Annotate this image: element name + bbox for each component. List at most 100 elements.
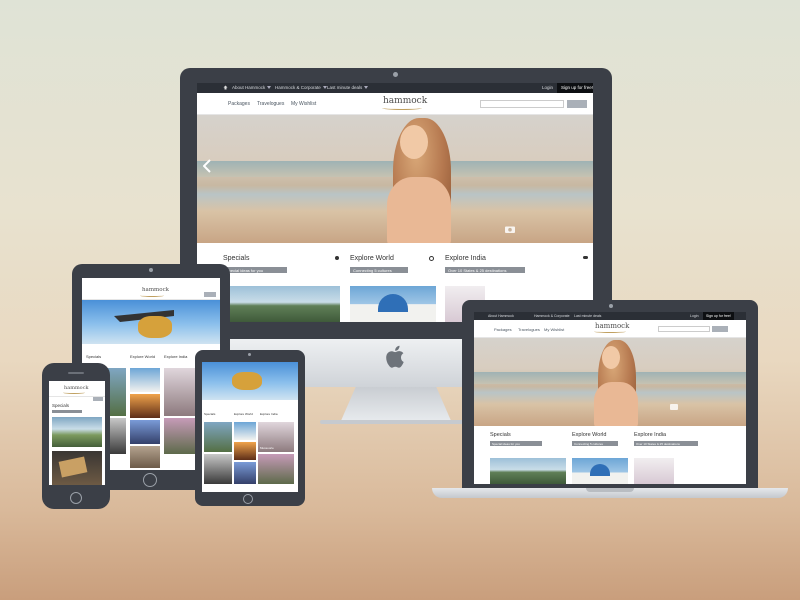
phone-screen: hammock Specials (49, 381, 105, 485)
section-india-tag[interactable]: Over 10 States & 25 destinations (445, 267, 525, 273)
hero-girl-face (400, 125, 428, 159)
laptop-thumb-india[interactable] (634, 458, 674, 484)
world-clock-icon (429, 256, 434, 261)
laptop-hero-girl-face (602, 346, 620, 369)
tablet-thumb-2[interactable] (130, 368, 160, 392)
mini-thumb-1[interactable] (204, 422, 232, 452)
top-bar: About Hammock Hammock & Corporate Last m… (197, 83, 593, 93)
thumb-world[interactable] (350, 286, 436, 322)
mini-section-india: Explore India (260, 412, 278, 416)
tablet-thumb-6[interactable] (130, 420, 160, 444)
nav-wishlist[interactable]: My Wishlist (291, 101, 316, 107)
laptop-login-link[interactable]: Login (690, 314, 699, 318)
imac-stand-base (320, 420, 472, 424)
mini-thumb-7[interactable] (258, 454, 294, 484)
mini-tablet-caption: Mussoorie (260, 446, 274, 450)
mini-section-world: Explore World (234, 412, 253, 416)
logo-swoosh (382, 106, 422, 110)
laptop-section-india-tag[interactable]: Over 10 States & 25 destinations (634, 441, 698, 446)
nav-packages[interactable]: Packages (228, 101, 250, 107)
laptop-camera-icon[interactable] (670, 404, 678, 410)
mini-section-specials: Specials (204, 412, 216, 416)
laptop-signup-button[interactable]: Sign up for free! (703, 312, 734, 320)
tablet-camera (149, 268, 153, 272)
hammock-logo[interactable]: hammock (383, 96, 427, 106)
tablet-thumb-7[interactable] (164, 418, 196, 454)
imac-camera (393, 72, 398, 77)
top-nav-deals[interactable]: Last minute deals (327, 85, 369, 90)
tablet-hammock-logo[interactable]: hammock (142, 287, 169, 293)
phone-thumb-1[interactable] (52, 417, 102, 447)
laptop-section-specials-title: Specials (490, 432, 511, 438)
search-button[interactable] (567, 100, 587, 108)
mini-tablet-screen: Specials Explore World Explore India Mus… (202, 362, 298, 492)
laptop-nav-travelogues[interactable]: Travelogues (518, 327, 540, 332)
laptop-logo-swoosh (594, 330, 626, 333)
india-bird-icon (583, 256, 588, 259)
top-nav-about[interactable]: About Hammock (232, 85, 272, 90)
laptop-thumb-specials[interactable] (490, 458, 566, 484)
top-nav-corporate[interactable]: Hammock & Corporate (275, 85, 327, 90)
signup-button[interactable]: Sign up for free! (557, 83, 593, 93)
search-input[interactable] (480, 100, 564, 108)
phone-thumb-2[interactable] (52, 451, 102, 485)
thumb-specials[interactable] (223, 286, 340, 322)
apple-logo-icon (386, 345, 408, 369)
tablet-section-world: Explore World (130, 354, 156, 359)
laptop-main-nav: Packages Travelogues My Wishlist hammock (474, 320, 746, 338)
tablet-section-india: Explore India (164, 354, 188, 359)
laptop-section-india-title: Explore India (634, 432, 667, 438)
section-world-tag[interactable]: Connecting 5 cultures (350, 267, 408, 273)
imac-stand (340, 387, 452, 423)
tablet-menu-button[interactable] (204, 292, 216, 297)
tablet-thumb-4[interactable] (130, 394, 160, 418)
laptop-hero-banner (474, 338, 746, 426)
chevron-left-icon[interactable] (202, 159, 211, 173)
laptop-top-nav-about[interactable]: About Hammock (488, 314, 514, 318)
laptop-search-button[interactable] (712, 326, 728, 332)
tablet-section-specials: Specials (86, 354, 102, 359)
tablet-thumb-3[interactable] (164, 368, 196, 416)
laptop-section-world-title: Explore World (572, 432, 607, 438)
laptop-camera (609, 304, 613, 308)
tablet-home-button[interactable] (143, 473, 157, 487)
phone-section-specials: Specials (52, 403, 70, 408)
tablet-hero-banner (82, 300, 220, 344)
mini-tablet-hero (202, 362, 298, 400)
tablet-nav: hammock (82, 278, 220, 300)
hero-banner (197, 115, 593, 243)
phone-home-button[interactable] (70, 492, 82, 504)
laptop-screen: About Hammock Hammock & Corporate Last m… (474, 312, 746, 484)
mini-thumb-5[interactable] (204, 454, 232, 484)
section-specials-tag[interactable]: Special ideas for you (223, 267, 287, 273)
phone-menu-button[interactable] (93, 397, 103, 401)
laptop-nav-wishlist[interactable]: My Wishlist (544, 327, 564, 332)
mini-tablet-camera (248, 353, 251, 356)
laptop-top-nav-corporate[interactable]: Hammock & Corporate (534, 314, 570, 318)
phone-logo-swoosh (63, 391, 85, 394)
camera-icon[interactable] (505, 220, 515, 233)
mini-thumb-2[interactable] (234, 422, 256, 440)
laptop-section-world-tag[interactable]: Connecting 5 cultures (572, 441, 618, 446)
laptop-nav-packages[interactable]: Packages (494, 327, 512, 332)
home-icon[interactable] (223, 85, 228, 90)
laptop-search-input[interactable] (658, 326, 710, 332)
laptop-notch (586, 488, 634, 492)
laptop-hammock-logo[interactable]: hammock (595, 322, 629, 330)
specials-sun-icon (335, 256, 339, 260)
login-link[interactable]: Login (542, 85, 553, 90)
phone-speaker (68, 372, 84, 374)
mini-thumb-6[interactable] (234, 462, 256, 484)
laptop-section-specials-tag[interactable]: Special ideas for you (490, 441, 542, 446)
section-world-title: Explore World (350, 255, 394, 262)
mini-thumb-4[interactable] (234, 442, 256, 460)
laptop-thumb-world[interactable] (572, 458, 628, 484)
main-nav: Packages Travelogues My Wishlist hammock (197, 93, 593, 115)
mini-tablet-home-button[interactable] (243, 494, 253, 504)
laptop-top-bar: About Hammock Hammock & Corporate Last m… (474, 312, 746, 320)
nav-travelogues[interactable]: Travelogues (257, 101, 284, 107)
laptop-top-nav-deals[interactable]: Last minute deals (574, 314, 601, 318)
section-specials-title: Specials (223, 255, 250, 262)
tablet-thumb-8[interactable] (130, 446, 160, 468)
phone-section-tag[interactable] (52, 410, 82, 413)
